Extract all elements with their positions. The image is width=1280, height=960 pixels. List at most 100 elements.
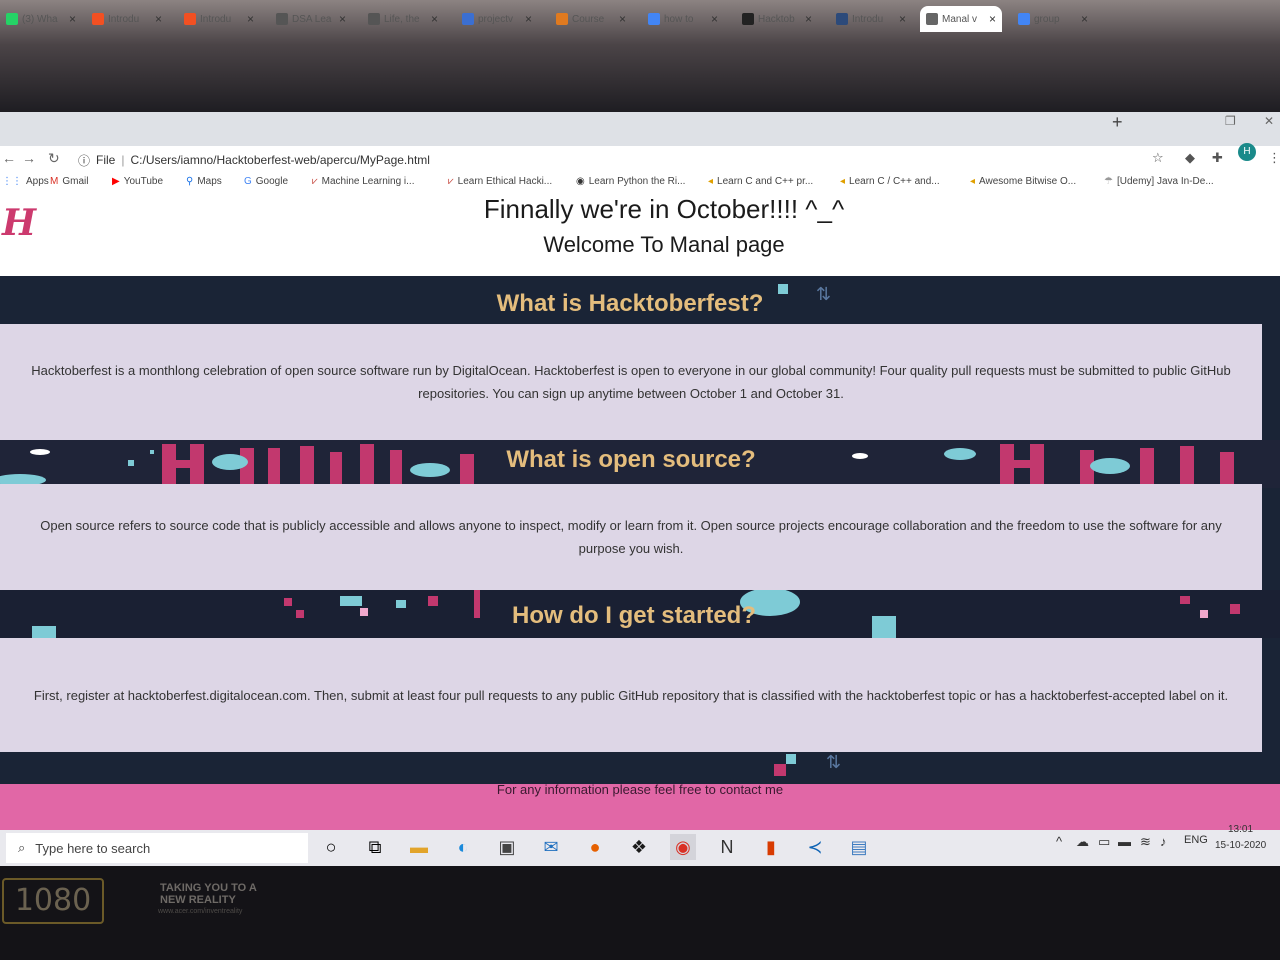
reload-icon[interactable]: ↻: [48, 150, 60, 167]
page-header: H Finnally we're in October!!!! ^_^ Welc…: [0, 196, 1280, 276]
tab-9[interactable]: Hacktob ×: [736, 6, 818, 32]
store-icon[interactable]: ▣: [494, 834, 520, 860]
bookmark-icon: ⋮⋮: [2, 176, 22, 187]
tab-close-icon[interactable]: ×: [711, 12, 724, 26]
tab-close-icon[interactable]: ×: [805, 12, 818, 26]
edge-icon[interactable]: ◐: [450, 834, 476, 860]
pull-request-icon: ⇅: [816, 284, 832, 304]
close-window-icon[interactable]: ✕: [1264, 114, 1274, 128]
volume-icon[interactable]: ♪: [1160, 834, 1167, 849]
tab-6[interactable]: projectv ×: [456, 6, 538, 32]
tab-8[interactable]: how to ×: [642, 6, 724, 32]
bookmark-item[interactable]: G Google: [244, 176, 288, 187]
globe-icon: [926, 13, 938, 25]
bookmark-item[interactable]: ⩗ Machine Learning i...: [312, 176, 414, 187]
extension-icon[interactable]: ◆: [1185, 150, 1195, 166]
wifi-icon[interactable]: ≋: [1140, 834, 1151, 850]
bookmark-item[interactable]: ⩗ Learn Ethical Hacki...: [448, 176, 552, 187]
onedrive-icon[interactable]: ☁: [1076, 834, 1089, 850]
monitor-icon[interactable]: ▭: [1098, 834, 1110, 850]
tab-3[interactable]: Introdu ×: [178, 6, 260, 32]
task-view-icon[interactable]: ⧉: [362, 834, 388, 860]
bookmark-item[interactable]: ◂ Learn C / C++ and...: [840, 176, 940, 187]
restore-icon[interactable]: ❐: [1225, 114, 1236, 128]
page-title: Finnally we're in October!!!! ^_^: [483, 196, 845, 224]
dropbox-icon[interactable]: ❖: [626, 834, 652, 860]
menu-icon[interactable]: ⋮: [1268, 150, 1280, 166]
clock-time[interactable]: 13:01: [1228, 824, 1253, 835]
profile-avatar[interactable]: H: [1238, 143, 1256, 161]
url-text[interactable]: C:/Users/iamno/Hacktoberfest-web/apercu/…: [130, 153, 429, 167]
tab-close-icon[interactable]: ×: [69, 12, 82, 26]
bookmark-icon: ◂: [970, 176, 976, 187]
chrome-icon[interactable]: ◉: [670, 834, 696, 860]
back-icon[interactable]: ←: [2, 150, 16, 166]
tab-10[interactable]: Introdu ×: [830, 6, 912, 32]
bookmark-star-icon[interactable]: ☆: [1152, 150, 1164, 166]
tab-11[interactable]: Manal v ×: [920, 6, 1002, 32]
notion-icon[interactable]: N: [714, 834, 740, 860]
deco-square-3: [774, 764, 786, 776]
tab-12[interactable]: group ×: [1012, 6, 1094, 32]
tab-7[interactable]: Course ×: [550, 6, 632, 32]
bookmark-item[interactable]: ☂ [Udemy] Java In-De...: [1104, 176, 1214, 187]
battery-icon[interactable]: ▬: [1118, 834, 1131, 849]
bookmark-label: Learn C / C++ and...: [849, 176, 940, 187]
show-hidden-icons[interactable]: ^: [1056, 834, 1062, 849]
web-page: H Finnally we're in October!!!! ^_^ Welc…: [0, 196, 1280, 830]
card-text-hacktoberfest: Hacktoberfest is a monthlong celebration…: [31, 363, 1231, 401]
page-footer: For any information please feel free to …: [0, 782, 1280, 830]
omnibox[interactable]: ⓘ File | C:/Users/iamno/Hacktoberfest-we…: [78, 150, 1138, 170]
tab-label: DSA Lea: [292, 13, 332, 25]
tab-close-icon[interactable]: ×: [247, 12, 260, 26]
bookmark-item[interactable]: ⋮⋮ Apps: [2, 176, 49, 187]
tab-close-icon[interactable]: ×: [525, 12, 538, 26]
url-separator: |: [121, 153, 125, 167]
tab-1[interactable]: (3) Wha ×: [0, 6, 82, 32]
cc-icon: [276, 13, 288, 25]
vscode-icon[interactable]: ≺: [802, 834, 828, 860]
tab-4[interactable]: DSA Lea ×: [270, 6, 352, 32]
bookmark-icon: ◂: [708, 176, 714, 187]
tab-5[interactable]: Life, the ×: [362, 6, 444, 32]
tab-close-icon[interactable]: ×: [989, 12, 1002, 26]
tab-close-icon[interactable]: ×: [431, 12, 444, 26]
taskbar-search-box[interactable]: ⌕ Type here to search: [6, 833, 308, 863]
bookmark-icon: ▶: [112, 176, 120, 187]
puzzle-icon[interactable]: ✚: [1212, 150, 1223, 166]
office-icon[interactable]: ▮: [758, 834, 784, 860]
tab-close-icon[interactable]: ×: [155, 12, 168, 26]
bookmark-item[interactable]: ⚲ Maps: [186, 176, 222, 187]
clock-date[interactable]: 15-10-2020: [1215, 840, 1266, 851]
bookmark-icon: ⩗: [312, 176, 318, 187]
language-indicator[interactable]: ENG: [1184, 834, 1208, 846]
tab-close-icon[interactable]: ×: [619, 12, 632, 26]
bookmark-item[interactable]: ◂ Learn C and C++ pr...: [708, 176, 813, 187]
shield-icon: [462, 13, 474, 25]
bookmark-label: Learn C and C++ pr...: [717, 176, 814, 187]
cortana-icon[interactable]: ○: [318, 834, 344, 860]
bookmark-label: Learn Ethical Hacki...: [457, 176, 553, 187]
google-icon: [648, 13, 660, 25]
tab-bar: [0, 112, 1280, 146]
search-icon: ⌕: [18, 840, 26, 855]
bookmark-item[interactable]: M Gmail: [50, 176, 88, 187]
firefox-icon[interactable]: ●: [582, 834, 608, 860]
tab-2[interactable]: Introdu ×: [86, 6, 168, 32]
tab-close-icon[interactable]: ×: [1081, 12, 1094, 26]
new-tab-button[interactable]: +: [1112, 112, 1123, 133]
snip-tool-icon[interactable]: ▤: [846, 834, 872, 860]
bookmark-label: Learn Python the Ri...: [588, 176, 686, 187]
tab-close-icon[interactable]: ×: [339, 12, 352, 26]
tab-label: Course: [572, 13, 605, 25]
info-icon[interactable]: ⓘ: [78, 152, 90, 169]
bookmark-item[interactable]: ◂ Awesome Bitwise O...: [970, 176, 1076, 187]
tab-close-icon[interactable]: ×: [899, 12, 912, 26]
bookmark-item[interactable]: ▶ YouTube: [112, 176, 163, 187]
mail-icon[interactable]: ✉: [538, 834, 564, 860]
cc-icon: [368, 13, 380, 25]
file-explorer-icon[interactable]: ▬: [406, 834, 432, 860]
bookmark-item[interactable]: ◉ Learn Python the Ri...: [576, 176, 685, 187]
taskbar-search-placeholder[interactable]: Type here to search: [35, 841, 150, 856]
forward-icon[interactable]: →: [22, 150, 36, 166]
